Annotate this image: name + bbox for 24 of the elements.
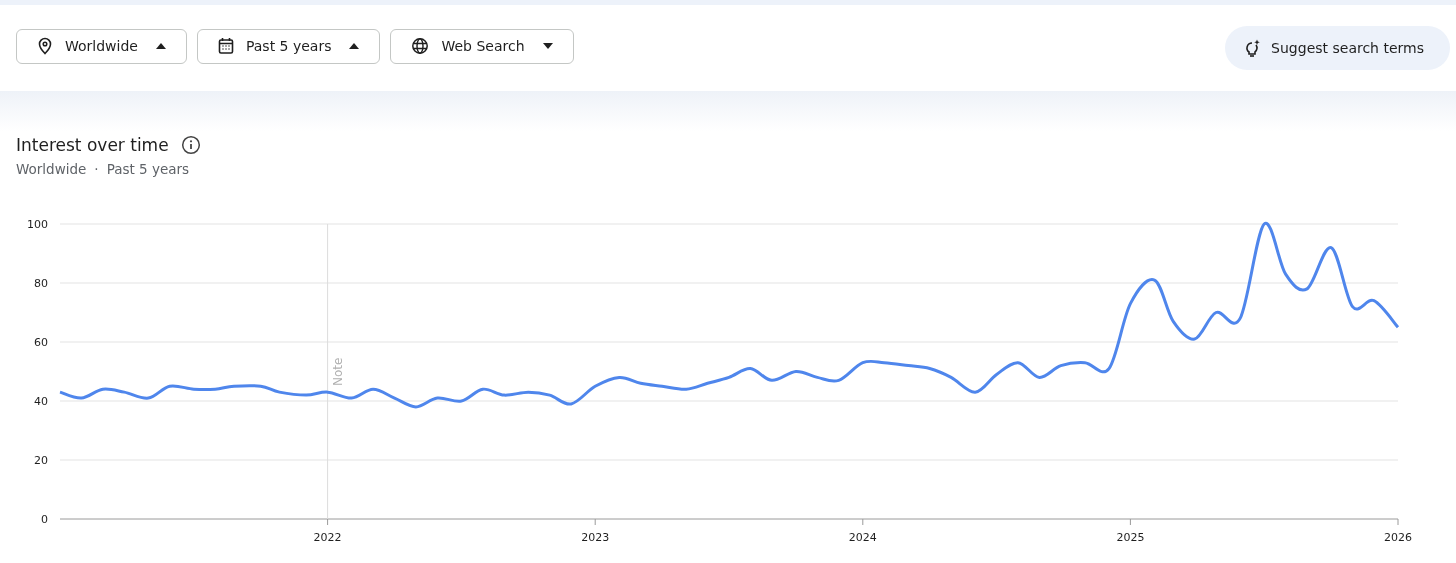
x-axis-label: 2023 xyxy=(581,531,610,544)
y-axis-label: 0 xyxy=(41,513,48,526)
lightbulb-sparkle-icon xyxy=(1245,39,1262,57)
x-axis-label: 2022 xyxy=(313,531,342,544)
filter-dropdown[interactable]: Worldwide xyxy=(16,28,187,64)
subtitle-text: · xyxy=(94,161,99,177)
location-pin-icon xyxy=(37,37,53,55)
x-axis-label: 2024 xyxy=(848,531,877,544)
filter-dropdown[interactable]: Past 5 years xyxy=(196,28,381,64)
y-axis-label: 80 xyxy=(34,277,48,290)
calendar-icon xyxy=(217,37,234,55)
filter-dropdown[interactable]: Web Search xyxy=(390,28,574,64)
subtitle-text: Past 5 years xyxy=(106,161,190,177)
info-icon[interactable] xyxy=(180,135,201,155)
subtitle-text: Worldwide xyxy=(16,161,87,177)
section-title: Interest over time xyxy=(16,135,169,155)
x-axis-label: 2026 xyxy=(1384,531,1412,544)
y-axis-label: 20 xyxy=(34,454,48,467)
globe-icon xyxy=(411,37,430,55)
y-axis-label: 40 xyxy=(34,395,48,408)
y-axis-label: 60 xyxy=(34,336,48,349)
y-axis-label: 100 xyxy=(27,218,48,231)
x-axis-label: 2025 xyxy=(1116,531,1145,544)
suggest-search-terms-button[interactable]: Suggest search terms xyxy=(1225,26,1450,70)
